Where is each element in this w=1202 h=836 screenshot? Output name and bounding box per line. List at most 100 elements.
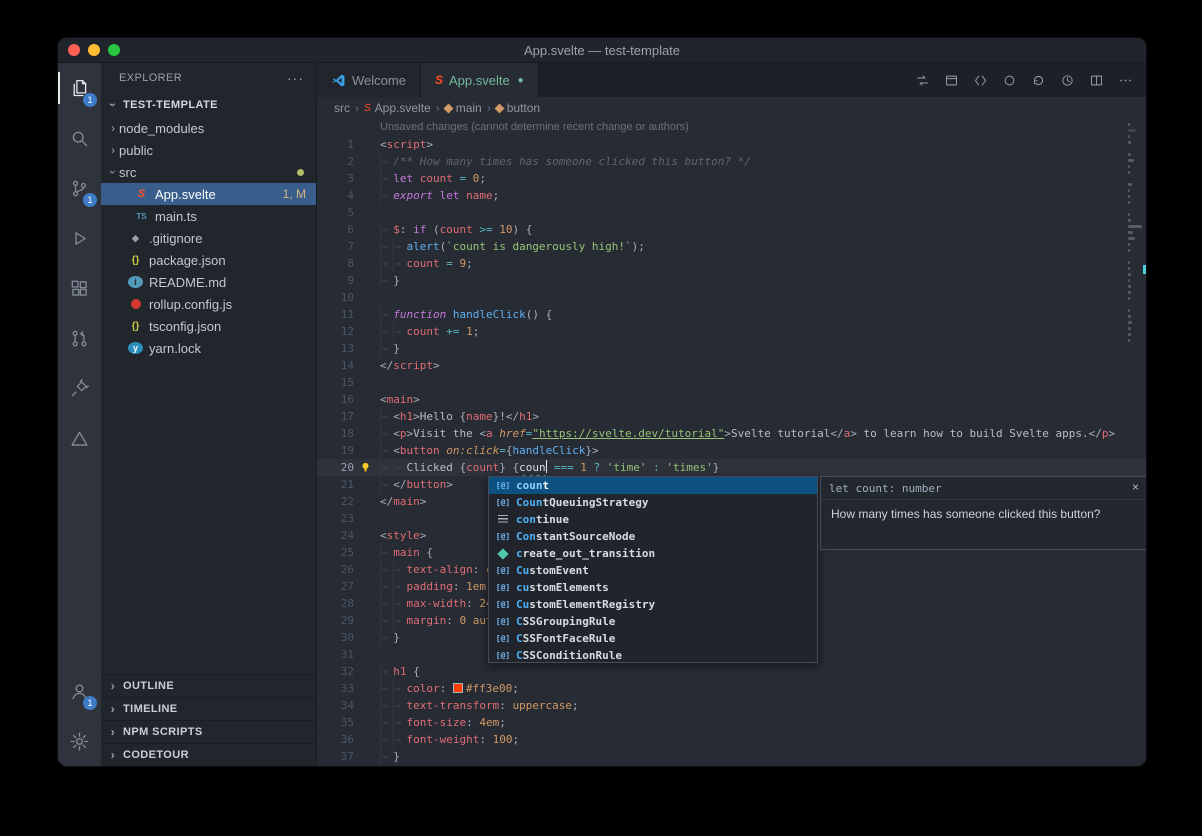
indent-guide: →: [393, 459, 406, 476]
suggest-item-CSSGroupingRule[interactable]: [@]CSSGroupingRule: [489, 613, 817, 630]
lightbulb-icon[interactable]: [359, 461, 372, 474]
line-number: 27: [317, 578, 354, 595]
activity-item-extensions[interactable]: [58, 263, 101, 313]
split-editor-icon[interactable]: [1085, 69, 1107, 91]
indent-guide: →: [380, 425, 393, 442]
tree-item-.gitignore[interactable]: ◆.gitignore: [101, 227, 316, 249]
tab-app-svelte[interactable]: SApp.svelte●: [421, 63, 539, 97]
indent-guide: →: [380, 748, 393, 765]
minimize-button[interactable]: [88, 44, 100, 56]
code-line-7[interactable]: 7→→alert(`count is dangerously high!`);: [317, 238, 1146, 255]
open-remote-icon[interactable]: [969, 69, 991, 91]
suggest-item-CSSConditionRule[interactable]: [@]CSSConditionRule: [489, 647, 817, 663]
panel-outline[interactable]: ›OUTLINE: [101, 674, 316, 697]
code-line-35[interactable]: 35→→font-size: 4em;: [317, 714, 1146, 731]
code-line-1[interactable]: 1<script>: [317, 136, 1146, 153]
tab-welcome[interactable]: Welcome: [317, 63, 421, 97]
code-line-11[interactable]: 11→function handleClick() {: [317, 306, 1146, 323]
breadcrumb-item-main[interactable]: main: [445, 101, 482, 115]
tree-item-public[interactable]: ›public: [101, 139, 316, 161]
tab-bar: WelcomeSApp.svelte●: [317, 63, 1146, 97]
suggest-item-CSSFontFaceRule[interactable]: [@]CSSFontFaceRule: [489, 630, 817, 647]
activity-item-remote[interactable]: [58, 363, 101, 413]
code-line-8[interactable]: 8→→count = 9;: [317, 255, 1146, 272]
code-line-17[interactable]: 17→<h1>Hello {name}!</h1>: [317, 408, 1146, 425]
suggest-item-create_out_transition[interactable]: create_out_transition: [489, 545, 817, 562]
sync-icon[interactable]: [1027, 69, 1049, 91]
code-line-37[interactable]: 37→}: [317, 748, 1146, 765]
editor-content[interactable]: Unsaved changes (cannot determine recent…: [317, 119, 1146, 766]
code-line-3[interactable]: 3→let count = 0;: [317, 170, 1146, 187]
activity-item-search[interactable]: [58, 113, 101, 163]
titlebar[interactable]: App.svelte — test-template: [58, 38, 1146, 63]
code-line-34[interactable]: 34→→text-transform: uppercase;: [317, 697, 1146, 714]
indent-guide: →: [393, 595, 406, 612]
tree-item-node_modules[interactable]: ›node_modules: [101, 117, 316, 139]
vscode-logo-icon: [331, 73, 346, 88]
activity-item-source-control[interactable]: 1: [58, 163, 101, 213]
breadcrumb-item-button[interactable]: button: [496, 101, 540, 115]
minimap[interactable]: [1127, 119, 1143, 766]
code-line-19[interactable]: 19→<button on:click={handleClick}>: [317, 442, 1146, 459]
tree-item-package.json[interactable]: {}package.json: [101, 249, 316, 271]
code-line-12[interactable]: 12→→count += 1;: [317, 323, 1146, 340]
activity-item-settings[interactable]: [58, 716, 101, 766]
code-line-14[interactable]: 14</script>: [317, 357, 1146, 374]
code-line-16[interactable]: 16<main>: [317, 391, 1146, 408]
git-compare-icon[interactable]: [911, 69, 933, 91]
suggest-item-continue[interactable]: continue: [489, 511, 817, 528]
activity-item-run-debug[interactable]: [58, 213, 101, 263]
variable-suggestion-icon: [@]: [495, 600, 511, 609]
line-number: 28: [317, 595, 354, 612]
activity-item-accounts[interactable]: 1: [58, 666, 101, 716]
tree-item-README.md[interactable]: iREADME.md: [101, 271, 316, 293]
suggest-item-customElements[interactable]: [@]customElements: [489, 579, 817, 596]
open-preview-icon[interactable]: [940, 69, 962, 91]
code-line-13[interactable]: 13→}: [317, 340, 1146, 357]
indent-guide: →: [393, 680, 406, 697]
activity-item-explorer[interactable]: 1: [58, 63, 101, 113]
tree-item-src[interactable]: ›src: [101, 161, 316, 183]
tree-item-tsconfig.json[interactable]: {}tsconfig.json: [101, 315, 316, 337]
code-line-5[interactable]: 5: [317, 204, 1146, 221]
tree-item-yarn.lock[interactable]: yyarn.lock: [101, 337, 316, 359]
chevron-right-icon: ›: [107, 679, 119, 693]
more-actions-icon[interactable]: [1114, 69, 1136, 91]
code-line-4[interactable]: 4→export let name;: [317, 187, 1146, 204]
suggest-item-CustomEvent[interactable]: [@]CustomEvent: [489, 562, 817, 579]
code-line-36[interactable]: 36→→font-weight: 100;: [317, 731, 1146, 748]
zoom-button[interactable]: [108, 44, 120, 56]
activity-item-github-pr[interactable]: [58, 313, 101, 363]
indent-guide: →: [393, 238, 406, 255]
panel-timeline[interactable]: ›TIMELINE: [101, 697, 316, 720]
code-line-9[interactable]: 9→}: [317, 272, 1146, 289]
breadcrumb-item-app-svelte[interactable]: SApp.svelte: [364, 101, 431, 115]
code-line-15[interactable]: 15: [317, 374, 1146, 391]
suggest-item-ConstantSourceNode[interactable]: [@]ConstantSourceNode: [489, 528, 817, 545]
close-icon[interactable]: ×: [1132, 480, 1139, 494]
panel-npm-scripts[interactable]: ›NPM SCRIPTS: [101, 720, 316, 743]
suggest-item-CountQueuingStrategy[interactable]: [@]CountQueuingStrategy: [489, 494, 817, 511]
tree-item-main.ts[interactable]: TSmain.ts: [101, 205, 316, 227]
code-line-20[interactable]: 20→→Clicked {count} {coun === 1 ? 'time'…: [317, 459, 1146, 476]
breadcrumb-item-src[interactable]: src: [334, 101, 350, 115]
close-button[interactable]: [68, 44, 80, 56]
indent-guide: →: [393, 697, 406, 714]
panel-codetour[interactable]: ›CODETOUR: [101, 743, 316, 766]
file-history-icon[interactable]: [1056, 69, 1078, 91]
search-icon: [69, 128, 90, 149]
code-line-2[interactable]: 2→/** How many times has someone clicked…: [317, 153, 1146, 170]
suggest-item-CustomElementRegistry[interactable]: [@]CustomElementRegistry: [489, 596, 817, 613]
suggest-item-count[interactable]: [@]count: [489, 477, 817, 494]
code-line-32[interactable]: 32→h1 {: [317, 663, 1146, 680]
tree-item-App.svelte[interactable]: SApp.svelte1, M: [101, 183, 316, 205]
tree-item-rollup.config.js[interactable]: rollup.config.js: [101, 293, 316, 315]
toggle-blame-icon[interactable]: [998, 69, 1020, 91]
code-line-33[interactable]: 33→→color: #ff3e00;: [317, 680, 1146, 697]
workspace-section-header[interactable]: › TEST-TEMPLATE: [101, 93, 316, 117]
activity-item-triangle-extension[interactable]: [58, 413, 101, 463]
explorer-more-actions-icon[interactable]: ···: [287, 70, 304, 86]
code-line-18[interactable]: 18→<p>Visit the <a href="https://svelte.…: [317, 425, 1146, 442]
code-line-6[interactable]: 6→$: if (count >= 10) {: [317, 221, 1146, 238]
code-line-10[interactable]: 10: [317, 289, 1146, 306]
